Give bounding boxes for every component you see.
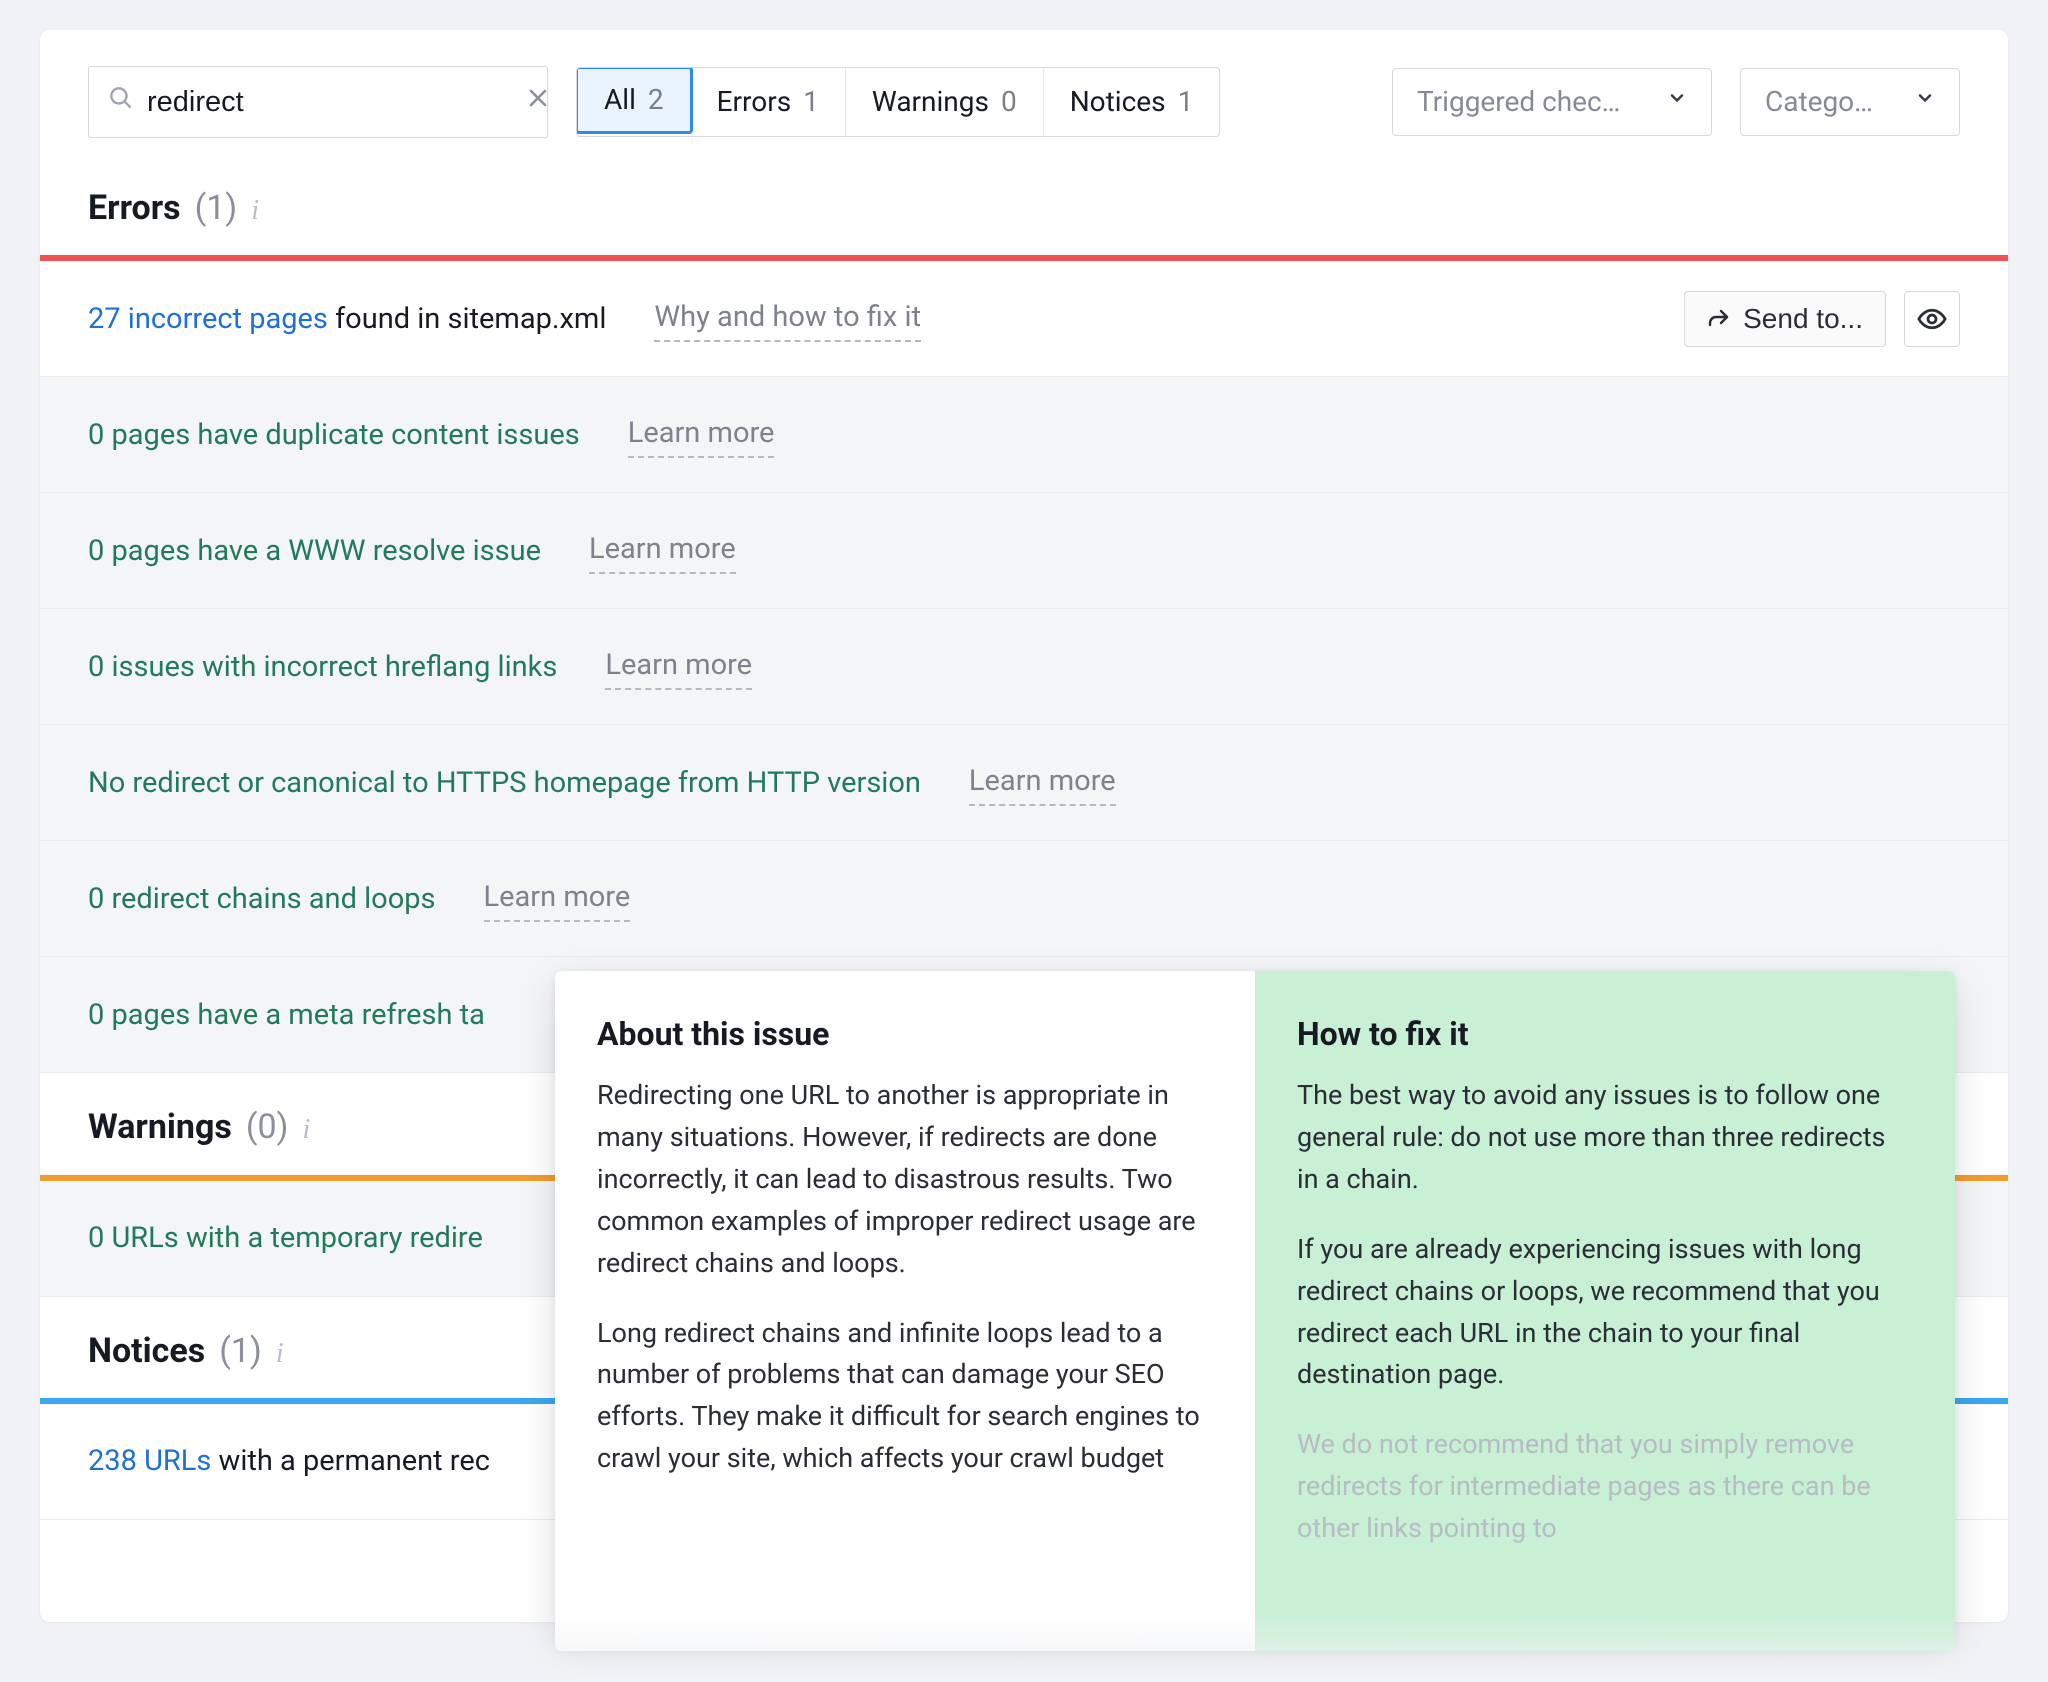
issue-text: 0 issues with incorrect hreflang links <box>88 646 557 688</box>
issue-link[interactable]: 27 incorrect pages <box>88 302 328 336</box>
visibility-toggle[interactable] <box>1904 291 1960 347</box>
toolbar: All 2 Errors 1 Warnings 0 Notices 1 <box>40 30 2008 184</box>
about-title: About this issue <box>597 1011 1213 1057</box>
learn-more-link[interactable]: Learn more <box>628 412 775 458</box>
info-icon[interactable]: i <box>251 191 259 232</box>
tab-count: 1 <box>1178 82 1194 123</box>
fix-paragraph: If you are already experiencing issues w… <box>1297 1229 1913 1396</box>
section-name: Notices <box>88 1327 205 1376</box>
issue-text: 0 pages have a meta refresh ta <box>88 994 485 1036</box>
info-icon[interactable]: i <box>302 1110 310 1151</box>
issue-text: No redirect or canonical to HTTPS homepa… <box>88 762 921 804</box>
why-and-how-link[interactable]: Why and how to fix it <box>654 296 921 342</box>
filter-tabs: All 2 Errors 1 Warnings 0 Notices 1 <box>576 67 1220 137</box>
tab-notices[interactable]: Notices 1 <box>1044 68 1220 136</box>
learn-more-link[interactable]: Learn more <box>484 876 631 922</box>
fix-paragraph: We do not recommend that you simply remo… <box>1297 1424 1913 1550</box>
section-count: (1) <box>219 1327 262 1376</box>
clear-icon[interactable] <box>526 82 550 121</box>
issue-row[interactable]: 0 pages have a WWW resolve issue Learn m… <box>40 493 2008 609</box>
info-icon[interactable]: i <box>276 1334 284 1375</box>
tab-label: Warnings <box>872 82 989 123</box>
issue-row[interactable]: 0 redirect chains and loops Learn more <box>40 841 2008 957</box>
search-input[interactable] <box>145 85 526 120</box>
chevron-down-icon <box>1667 86 1687 118</box>
tab-count: 2 <box>648 80 664 121</box>
issue-text: 0 URLs with a temporary redire <box>88 1217 483 1259</box>
learn-more-link[interactable]: Learn more <box>605 644 752 690</box>
tab-label: Notices <box>1070 82 1166 123</box>
fix-title: How to fix it <box>1297 1011 1913 1057</box>
issue-row[interactable]: 0 issues with incorrect hreflang links L… <box>40 609 2008 725</box>
about-paragraph: Long redirect chains and infinite loops … <box>597 1313 1213 1480</box>
tab-all[interactable]: All 2 <box>576 67 693 134</box>
about-column: About this issue Redirecting one URL to … <box>555 971 1255 1651</box>
issue-text: 238 URLs with a permanent rec <box>88 1440 490 1482</box>
tab-count: 1 <box>803 82 819 123</box>
section-count: (1) <box>195 184 238 233</box>
issue-text: 27 incorrect pages found in sitemap.xml <box>88 298 606 340</box>
about-paragraph: Redirecting one URL to another is approp… <box>597 1075 1213 1284</box>
send-to-button[interactable]: Send to... <box>1684 291 1886 347</box>
dropdown-triggered[interactable]: Triggered chec… <box>1392 68 1712 136</box>
send-to-label: Send to... <box>1743 303 1863 335</box>
issue-text: 0 pages have duplicate content issues <box>88 414 580 456</box>
issue-link[interactable]: 238 URLs <box>88 1444 211 1478</box>
errors-heading: Errors (1) i <box>40 184 2008 255</box>
section-count: (0) <box>246 1103 289 1152</box>
dropdown-label: Triggered chec… <box>1417 82 1634 123</box>
issue-text: 0 pages have a WWW resolve issue <box>88 530 541 572</box>
tab-warnings[interactable]: Warnings 0 <box>846 68 1044 136</box>
issue-row[interactable]: 0 pages have duplicate content issues Le… <box>40 377 2008 493</box>
tab-count: 0 <box>1001 82 1017 123</box>
issue-row[interactable]: No redirect or canonical to HTTPS homepa… <box>40 725 2008 841</box>
tab-errors[interactable]: Errors 1 <box>691 68 846 136</box>
tab-label: Errors <box>717 82 792 123</box>
issue-row[interactable]: 27 incorrect pages found in sitemap.xml … <box>40 261 2008 377</box>
dropdown-label: Catego… <box>1765 82 1887 123</box>
search-box[interactable] <box>88 66 548 138</box>
learn-more-link[interactable]: Learn more <box>589 528 736 574</box>
learn-more-link[interactable]: Learn more <box>969 760 1116 806</box>
fix-paragraph: The best way to avoid any issues is to f… <box>1297 1075 1913 1201</box>
issue-tooltip: About this issue Redirecting one URL to … <box>555 971 1955 1651</box>
eye-icon <box>1917 304 1947 334</box>
dropdown-category[interactable]: Catego… <box>1740 68 1960 136</box>
fix-column: How to fix it The best way to avoid any … <box>1255 971 1955 1651</box>
chevron-down-icon <box>1915 86 1935 118</box>
section-name: Warnings <box>88 1103 232 1152</box>
section-name: Errors <box>88 184 181 233</box>
issue-text: 0 redirect chains and loops <box>88 878 436 920</box>
share-arrow-icon <box>1707 307 1731 331</box>
tab-label: All <box>604 80 636 121</box>
search-icon <box>107 82 133 121</box>
